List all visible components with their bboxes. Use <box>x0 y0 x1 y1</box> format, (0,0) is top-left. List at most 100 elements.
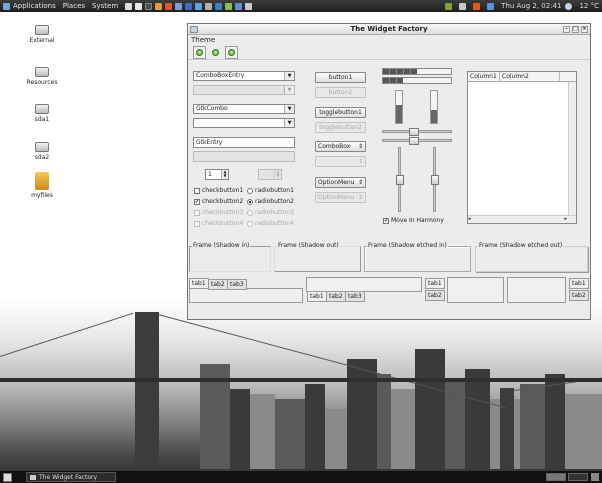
tab1[interactable]: tab1 <box>189 278 209 289</box>
toolbar-button-3[interactable] <box>225 45 238 59</box>
move-in-harmony-checkbox[interactable]: ✔ Move In Harmony <box>383 217 444 225</box>
hscale-2[interactable] <box>382 137 452 145</box>
window-title: The Widget Factory <box>350 25 428 33</box>
firefox-launcher-icon[interactable] <box>165 2 173 10</box>
tab2[interactable]: tab2 <box>326 291 346 302</box>
tab3[interactable]: tab3 <box>227 279 247 290</box>
togglebutton1[interactable]: togglebutton1 <box>315 107 366 118</box>
tab2[interactable]: tab2 <box>569 290 589 301</box>
gtkcombo[interactable]: GtkCombo ▼ <box>193 104 295 114</box>
slider-thumb[interactable] <box>408 137 419 145</box>
tab3[interactable]: tab3 <box>345 291 365 302</box>
hscale-1[interactable] <box>382 128 452 136</box>
workspace-2[interactable] <box>568 473 588 481</box>
checkbox-icon <box>194 210 200 216</box>
menu-theme[interactable]: Theme <box>191 36 215 44</box>
mail-launcher-icon[interactable] <box>175 2 183 10</box>
skyline-building <box>520 384 545 469</box>
vscale-1[interactable] <box>396 147 404 212</box>
horizontal-scrollbar[interactable]: ◂ ▸ <box>468 215 576 223</box>
tab1[interactable]: tab1 <box>307 291 327 302</box>
network-icon[interactable] <box>445 2 453 10</box>
workspace-1[interactable] <box>546 473 566 481</box>
spin-button[interactable]: 1 ▲ ▼ <box>205 169 229 180</box>
dropdown-arrow-icon[interactable]: ▼ <box>284 105 294 113</box>
notebook-tabs-right: tab1 tab2 <box>507 277 589 303</box>
desktop-icon-resources[interactable]: Resources <box>22 63 62 86</box>
terminal-launcher-icon[interactable] <box>145 2 153 10</box>
distro-logo-icon[interactable] <box>3 2 10 10</box>
tab1[interactable]: tab1 <box>425 278 445 289</box>
files-launcher-icon[interactable] <box>245 2 253 10</box>
maximize-icon[interactable]: □ <box>572 26 579 33</box>
toolbar <box>188 45 590 60</box>
column-header-2[interactable]: Column2 <box>500 72 560 81</box>
gtk-entry[interactable]: GtkEntry <box>193 137 295 148</box>
image-launcher-icon[interactable] <box>225 2 233 10</box>
trash-icon[interactable] <box>591 473 599 481</box>
progress-bar-horizontal-2 <box>382 77 452 84</box>
taskbar-button-widget-factory[interactable]: The Widget Factory <box>26 472 116 482</box>
menu-places[interactable]: Places <box>63 2 85 10</box>
vertical-scrollbar[interactable] <box>568 82 576 215</box>
show-desktop-icon[interactable] <box>3 472 12 482</box>
combobox-button-disabled: ⇕ <box>315 156 366 167</box>
toolbar-button-2[interactable] <box>209 46 222 59</box>
progress-fill <box>396 105 402 123</box>
slider-thumb[interactable] <box>396 174 404 185</box>
radiobutton2[interactable]: radiobutton2 <box>247 198 294 206</box>
notes-launcher-icon[interactable] <box>135 2 143 10</box>
tab1[interactable]: tab1 <box>569 278 589 289</box>
green-circle-icon <box>228 48 235 56</box>
scroll-right-icon[interactable]: ▸ <box>564 216 567 223</box>
close-icon[interactable]: × <box>581 26 588 33</box>
optionmenu-button[interactable]: OptionMenu ⇕ <box>315 177 366 188</box>
office-launcher-icon[interactable] <box>215 2 223 10</box>
battery-icon[interactable] <box>487 2 495 10</box>
dropdown-arrow-icon[interactable]: ▼ <box>284 72 294 80</box>
menu-applications[interactable]: Applications <box>13 2 56 10</box>
minimize-icon[interactable]: – <box>563 26 570 33</box>
desktop-icon-sda1[interactable]: sda1 <box>22 100 62 123</box>
menu-system[interactable]: System <box>92 2 118 10</box>
settings-launcher-icon[interactable] <box>235 2 243 10</box>
media-launcher-icon[interactable] <box>205 2 213 10</box>
update-icon[interactable] <box>473 2 481 10</box>
tab2[interactable]: tab2 <box>208 279 228 290</box>
dropdown-arrow-icon[interactable]: ▼ <box>284 119 294 127</box>
desktop-icon-sda2[interactable]: sda2 <box>22 138 62 161</box>
spin-arrows-icon[interactable]: ▲ ▼ <box>221 170 228 179</box>
checkbutton1[interactable]: checkbutton1 <box>194 187 243 195</box>
checkbox-icon <box>194 188 200 194</box>
desktop-icon-myfiles[interactable]: myfiles <box>22 172 62 199</box>
desktop-icon-external[interactable]: External <box>22 21 62 44</box>
tab2[interactable]: tab2 <box>425 290 445 301</box>
notebook-page <box>507 277 566 303</box>
browser-launcher-icon[interactable] <box>155 2 163 10</box>
checkbutton2[interactable]: ✔ checkbutton2 <box>194 198 243 206</box>
chat-launcher-icon[interactable] <box>185 2 193 10</box>
slider-thumb[interactable] <box>408 128 419 136</box>
scroll-left-icon[interactable]: ◂ <box>468 216 471 222</box>
combobox-button[interactable]: ComboBox ⇕ <box>315 141 366 152</box>
bridge-cable <box>0 312 134 357</box>
temperature[interactable]: 12 °C <box>579 2 599 10</box>
gtkcombo-2[interactable]: ▼ <box>193 118 295 128</box>
slider-thumb[interactable] <box>431 174 439 185</box>
menubar: Theme <box>188 35 590 45</box>
window-titlebar[interactable]: The Widget Factory – □ × <box>188 24 590 35</box>
combobox-entry[interactable]: ComboBoxEntry ▼ <box>193 71 295 81</box>
skype-launcher-icon[interactable] <box>195 2 203 10</box>
vscale-2[interactable] <box>431 147 439 212</box>
column-header-1[interactable]: Column1 <box>468 72 500 81</box>
treeview[interactable]: Column1 Column2 ◂ ▸ <box>467 71 577 224</box>
window-menu-icon[interactable] <box>190 26 198 33</box>
text-editor-launcher-icon[interactable] <box>125 2 133 10</box>
clock[interactable]: Thu Aug 2, 02:41 <box>501 2 561 10</box>
button1[interactable]: button1 <box>315 72 366 83</box>
radio-icon <box>247 221 253 227</box>
volume-icon[interactable] <box>459 2 467 10</box>
radiobutton1[interactable]: radiobutton1 <box>247 187 294 195</box>
radiobutton3: radiobutton3 <box>247 209 294 217</box>
toolbar-button-1[interactable] <box>193 45 206 59</box>
